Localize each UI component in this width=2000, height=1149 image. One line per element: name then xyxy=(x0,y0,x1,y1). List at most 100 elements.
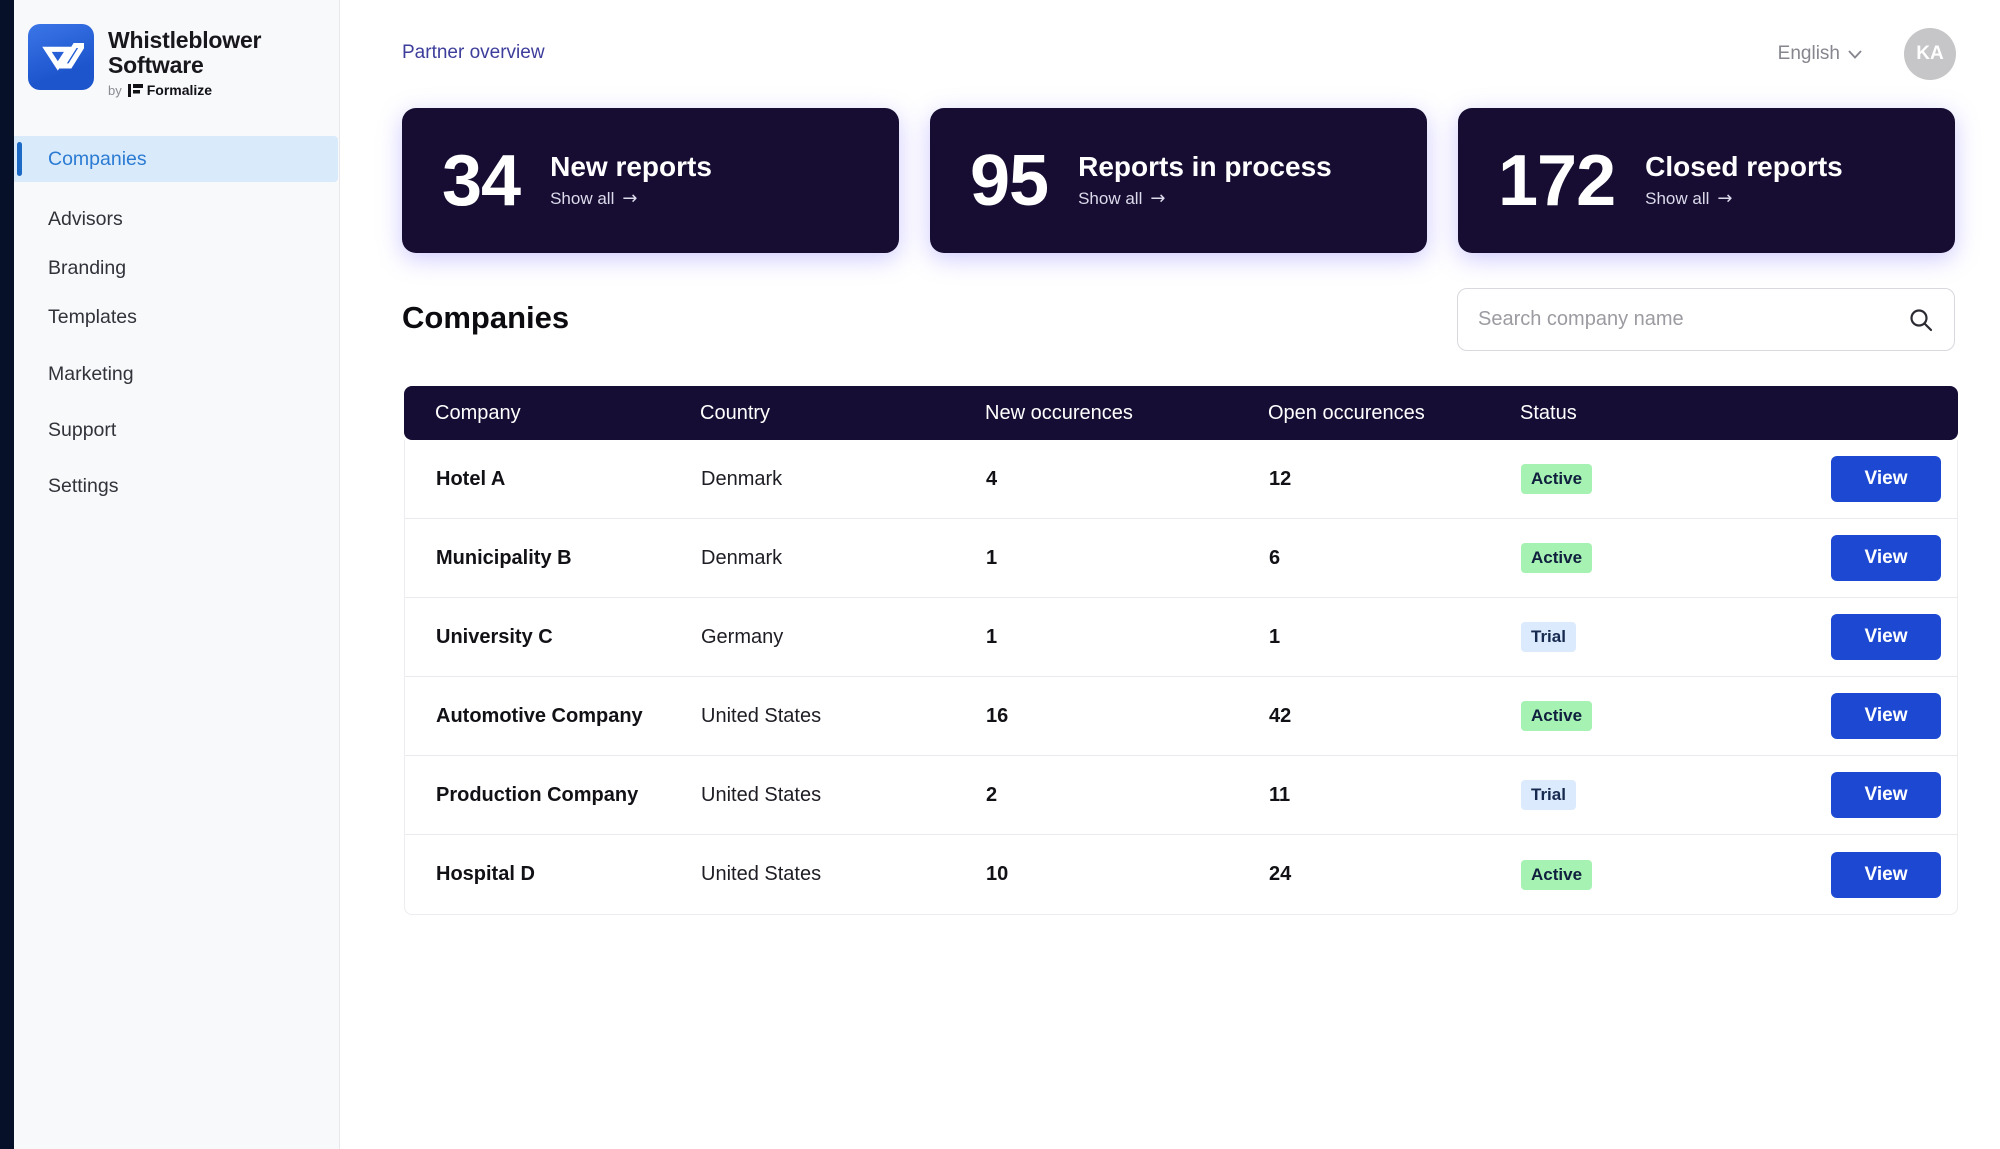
companies-table: Company Country New occurences Open occu… xyxy=(404,386,1958,915)
stat-value: 95 xyxy=(970,140,1049,221)
table-row: Production Company United States 2 11 Tr… xyxy=(405,756,1957,835)
show-all-label: Show all xyxy=(550,188,615,208)
breadcrumb[interactable]: Partner overview xyxy=(402,42,545,64)
cell-company: Production Company xyxy=(436,783,639,806)
table-row: University C Germany 1 1 Trial View xyxy=(405,598,1957,677)
sidebar-item-support[interactable]: Support xyxy=(14,409,338,451)
brand-logo: Whistleblower Software by Formalize xyxy=(28,24,262,99)
sidebar-item-label: Marketing xyxy=(48,362,134,385)
sidebar-nav: Companies Advisors Branding Templates Ma… xyxy=(14,136,340,656)
sidebar-item-label: Companies xyxy=(48,147,147,170)
brand-name-line1: Whistleblower xyxy=(108,27,262,53)
stat-value: 172 xyxy=(1498,140,1616,221)
brand-by-label: by xyxy=(108,82,122,98)
cell-new-occurences: 1 xyxy=(986,625,998,648)
view-button[interactable]: View xyxy=(1831,772,1941,818)
cell-country: Denmark xyxy=(701,467,783,490)
table-row: Automotive Company United States 16 42 A… xyxy=(405,677,1957,756)
view-button[interactable]: View xyxy=(1831,693,1941,739)
status-badge: Trial xyxy=(1521,622,1576,652)
show-all-link[interactable]: Show all → xyxy=(1645,188,1843,209)
brand-by-name: Formalize xyxy=(146,82,213,98)
cell-new-occurences: 1 xyxy=(986,546,998,569)
cell-open-occurences: 6 xyxy=(1269,546,1281,569)
arrow-right-icon: → xyxy=(1150,188,1166,209)
cell-open-occurences: 24 xyxy=(1269,863,1292,885)
sidebar-item-templates[interactable]: Templates xyxy=(14,296,338,338)
cell-new-occurences: 16 xyxy=(986,704,1009,727)
cell-company: Automotive Company xyxy=(436,704,643,727)
sidebar-item-label: Templates xyxy=(48,305,137,328)
sidebar-item-label: Settings xyxy=(48,474,119,497)
left-edge-strip xyxy=(0,0,14,1149)
table-header: Company Country New occurences Open occu… xyxy=(404,386,1958,440)
stat-label: New reports xyxy=(550,151,712,182)
sidebar-item-label: Support xyxy=(48,418,117,441)
cell-new-occurences: 2 xyxy=(986,783,998,806)
sidebar-item-label: Advisors xyxy=(48,207,123,230)
stat-card-reports-in-process: 95 Reports in process Show all → xyxy=(930,108,1427,253)
arrow-right-icon: → xyxy=(622,188,638,209)
cell-new-occurences: 10 xyxy=(986,863,1009,885)
cell-country: United States xyxy=(701,783,822,806)
cell-country: Germany xyxy=(701,625,784,648)
main-content: Partner overview English KA 34 New repor… xyxy=(340,0,2000,1149)
status-badge: Trial xyxy=(1521,780,1576,810)
cell-company: Hotel A xyxy=(436,467,506,490)
column-header-company: Company xyxy=(435,401,521,424)
stat-card-new-reports: 34 New reports Show all → xyxy=(402,108,899,253)
cell-open-occurences: 1 xyxy=(1269,625,1281,648)
sidebar: Whistleblower Software by Formalize Comp… xyxy=(14,0,340,1149)
sidebar-item-settings[interactable]: Settings xyxy=(14,465,338,507)
table-row: Hotel A Denmark 4 12 Active View xyxy=(405,440,1957,519)
whistleblower-logo-icon xyxy=(28,24,94,90)
stat-value: 34 xyxy=(442,140,521,221)
brand-name-line2: Software xyxy=(108,52,204,78)
cell-open-occurences: 11 xyxy=(1269,783,1291,806)
status-badge: Active xyxy=(1521,464,1593,494)
view-button[interactable]: View xyxy=(1831,456,1941,502)
company-search xyxy=(1457,288,1955,351)
language-label: English xyxy=(1777,43,1840,64)
cell-open-occurences: 12 xyxy=(1269,467,1292,490)
status-badge: Active xyxy=(1521,543,1593,573)
view-button[interactable]: View xyxy=(1831,614,1941,660)
table-body: Hotel A Denmark 4 12 Active View Municip… xyxy=(404,440,1958,915)
column-header-status: Status xyxy=(1520,401,1577,424)
avatar-initials: KA xyxy=(1916,43,1944,64)
sidebar-item-marketing[interactable]: Marketing xyxy=(14,353,338,395)
show-all-link[interactable]: Show all → xyxy=(1078,188,1332,209)
stat-cards: 34 New reports Show all → 95 Reports in p… xyxy=(402,108,1955,253)
language-selector[interactable]: English xyxy=(1778,43,1862,65)
cell-new-occurences: 4 xyxy=(986,467,998,490)
sidebar-item-label: Branding xyxy=(48,256,127,279)
status-badge: Active xyxy=(1521,701,1593,731)
cell-country: Denmark xyxy=(701,546,783,569)
sidebar-item-branding[interactable]: Branding xyxy=(14,247,338,289)
column-header-new-occurences: New occurences xyxy=(985,401,1133,424)
sidebar-item-companies[interactable]: Companies xyxy=(14,136,338,182)
cell-country: United States xyxy=(701,704,822,727)
show-all-label: Show all xyxy=(1078,188,1143,208)
column-header-open-occurences: Open occurences xyxy=(1268,401,1425,424)
search-icon[interactable] xyxy=(1908,307,1934,333)
formalize-icon xyxy=(127,83,143,97)
cell-company: University C xyxy=(436,625,553,648)
arrow-right-icon: → xyxy=(1717,188,1733,209)
view-button[interactable]: View xyxy=(1831,535,1941,581)
avatar[interactable]: KA xyxy=(1904,28,1956,80)
sidebar-item-advisors[interactable]: Advisors xyxy=(14,198,338,240)
table-row: Municipality B Denmark 1 6 Active View xyxy=(405,519,1957,598)
stat-card-closed-reports: 172 Closed reports Show all → xyxy=(1458,108,1955,253)
view-button[interactable]: View xyxy=(1831,851,1941,898)
show-all-label: Show all xyxy=(1645,188,1710,208)
brand-text: Whistleblower Software by Formalize xyxy=(108,24,262,99)
search-input[interactable] xyxy=(1478,308,1908,331)
show-all-link[interactable]: Show all → xyxy=(550,188,712,209)
cell-company: Hospital D xyxy=(436,863,535,885)
cell-open-occurences: 42 xyxy=(1269,704,1292,727)
stat-label: Closed reports xyxy=(1645,151,1843,182)
chevron-down-icon xyxy=(1848,49,1862,59)
page-title: Companies xyxy=(402,300,570,335)
stat-label: Reports in process xyxy=(1078,151,1332,182)
